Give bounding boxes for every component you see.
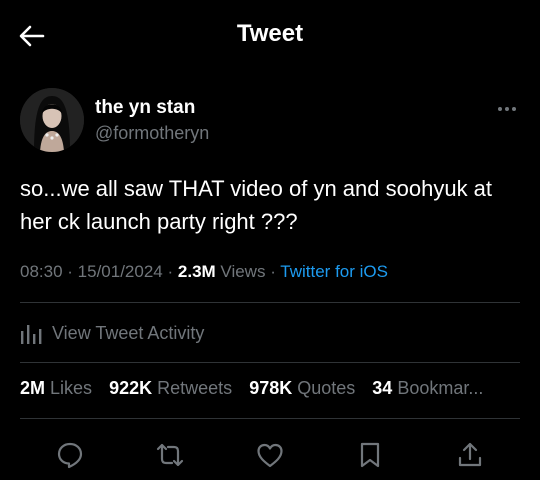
tweet-text: so...we all saw THAT video of yn and soo…	[20, 176, 493, 234]
tweet-stats: 2M Likes 922K Retweets 978K Quotes 34 Bo…	[20, 378, 520, 399]
tweet-header: Tweet	[0, 0, 540, 70]
tweet-author: the yn stan @formotheryn	[20, 88, 520, 158]
activity-label: View Tweet Activity	[52, 322, 205, 343]
share-button[interactable]	[455, 440, 485, 470]
divider	[20, 418, 520, 419]
share-icon	[458, 442, 482, 467]
reply-button[interactable]	[55, 440, 85, 470]
meta-separator: ·	[167, 262, 178, 281]
views-label: Views	[220, 262, 266, 281]
more-horizontal-icon	[498, 107, 516, 111]
bookmarks-label: Bookmar...	[397, 378, 484, 398]
bookmarks-stat[interactable]: 34 Bookmar...	[372, 378, 483, 398]
avatar-image	[20, 88, 84, 152]
author-handle[interactable]: @formotheryn	[95, 123, 209, 144]
bookmark-button[interactable]	[355, 440, 385, 470]
likes-count: 2M	[20, 378, 46, 398]
more-options-button[interactable]	[494, 100, 520, 118]
retweets-stat[interactable]: 922K Retweets	[109, 378, 232, 398]
tweet-source-link[interactable]: Twitter for iOS	[280, 262, 388, 281]
page-title: Tweet	[236, 20, 304, 47]
author-display-name[interactable]: the yn stan	[95, 97, 195, 119]
avatar[interactable]	[20, 88, 84, 152]
likes-label: Likes	[50, 378, 93, 398]
tweet-meta: 08:30 · 15/01/2024 · 2.3M Views · Twitte…	[20, 262, 520, 282]
retweets-label: Retweets	[157, 378, 233, 398]
bookmarks-count: 34	[372, 378, 393, 398]
retweets-count: 922K	[109, 378, 153, 398]
meta-separator: ·	[270, 262, 281, 281]
like-button[interactable]	[255, 440, 285, 470]
divider	[20, 302, 520, 303]
view-tweet-activity-button[interactable]: View Tweet Activity	[20, 318, 520, 348]
views-count: 2.3M	[177, 262, 216, 281]
tweet-actions-bar	[0, 432, 540, 476]
quotes-count: 978K	[249, 378, 293, 398]
retweet-icon	[156, 443, 184, 467]
retweet-button[interactable]	[155, 440, 185, 470]
quotes-label: Quotes	[297, 378, 356, 398]
reply-icon	[57, 442, 83, 469]
bar-chart-icon	[21, 325, 42, 344]
divider	[20, 362, 520, 363]
meta-separator: ·	[67, 262, 78, 281]
likes-stat[interactable]: 2M Likes	[20, 378, 92, 398]
quotes-stat[interactable]: 978K Quotes	[249, 378, 355, 398]
tweet-time[interactable]: 08:30	[20, 262, 63, 281]
bookmark-icon	[360, 442, 380, 468]
like-icon	[257, 443, 283, 468]
tweet-date[interactable]: 15/01/2024	[78, 262, 163, 281]
